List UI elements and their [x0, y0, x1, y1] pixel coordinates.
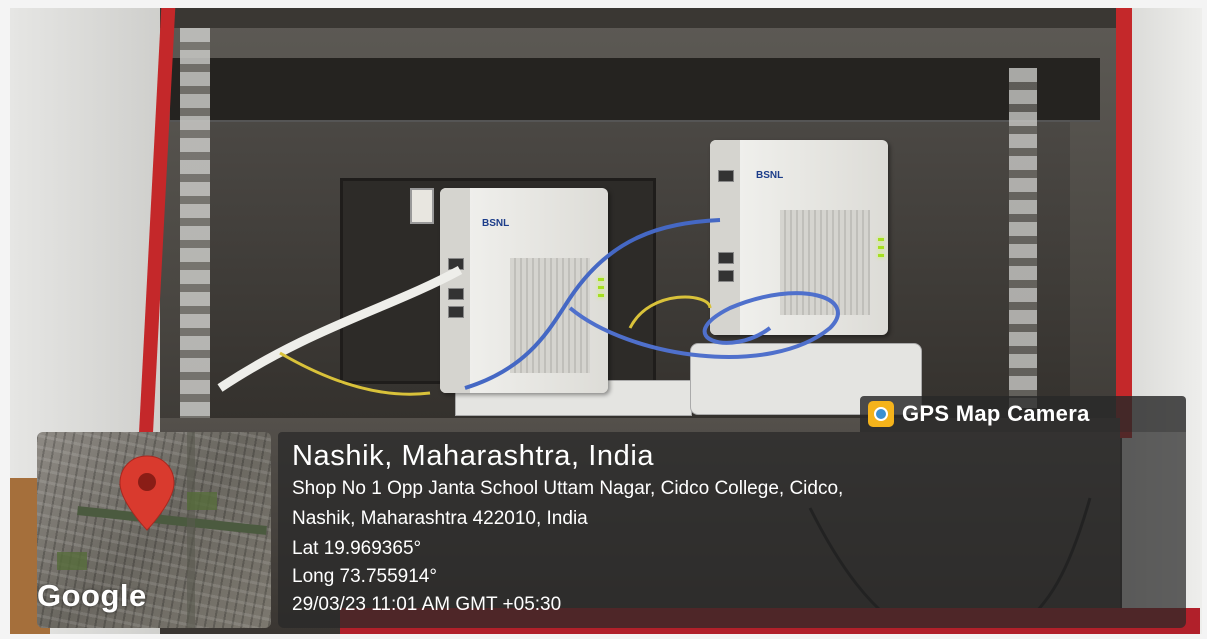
satellite-map-thumbnail: Google	[37, 432, 271, 628]
photo-frame: BSNL BSNL GPS Map Camera Nashik, Maharas…	[0, 0, 1207, 639]
longitude: Long 73.755914°	[292, 566, 437, 587]
gps-badge-label: GPS Map Camera	[902, 401, 1090, 426]
gps-map-camera-badge: GPS Map Camera	[860, 396, 1186, 432]
location-title: Nashik, Maharashtra, India	[292, 440, 655, 472]
address-line-2: Nashik, Maharashtra 422010, India	[292, 508, 588, 529]
blue-cable	[464, 218, 721, 390]
white-cable	[217, 266, 463, 392]
map-attribution: Google	[37, 578, 147, 613]
blue-cable	[568, 291, 840, 359]
map-park	[187, 492, 217, 510]
yellow-cable	[279, 351, 431, 396]
map-park	[57, 552, 87, 570]
map-pin-icon	[119, 455, 175, 531]
map-road	[187, 432, 195, 628]
latitude: Lat 19.969365°	[292, 538, 422, 559]
datetime: 29/03/23 11:01 AM GMT +05:30	[292, 594, 562, 615]
location-info-panel: Nashik, Maharashtra, India Shop No 1 Opp…	[278, 432, 1186, 628]
address-line-1: Shop No 1 Opp Janta School Uttam Nagar, …	[292, 478, 844, 499]
yellow-cable	[628, 295, 712, 329]
camera-location-icon	[868, 401, 894, 427]
